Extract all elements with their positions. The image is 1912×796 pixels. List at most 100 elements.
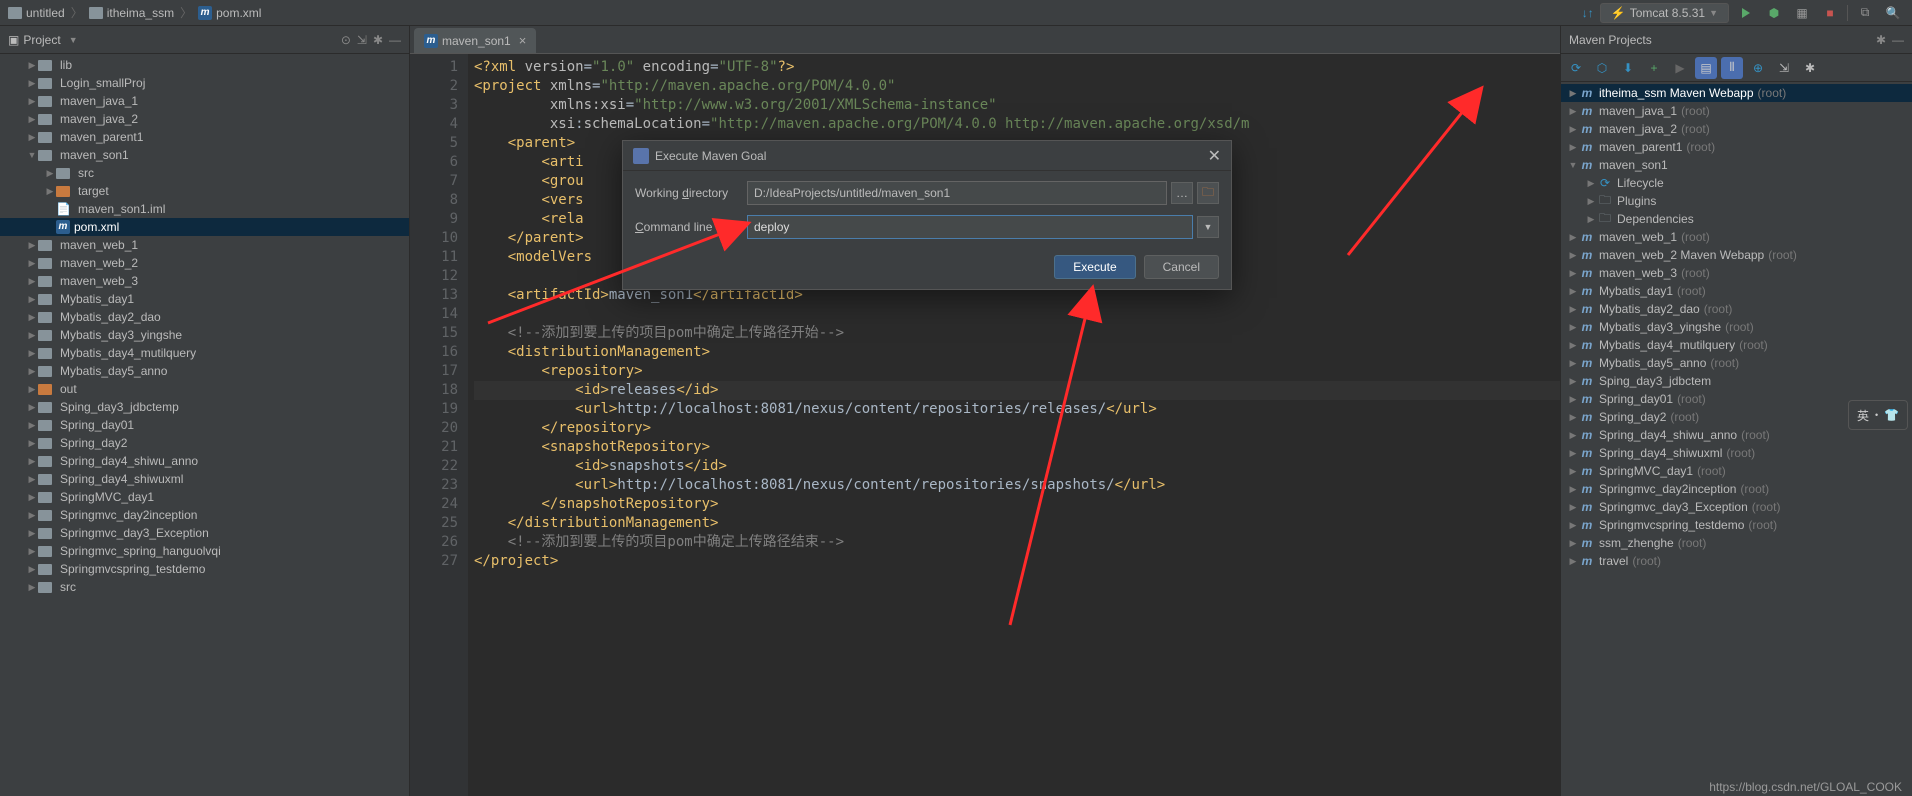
close-tab-icon[interactable]: × (519, 33, 527, 48)
project-tree-item[interactable]: ▶Spring_day4_shiwuxml (0, 470, 409, 488)
sync-icon[interactable]: ↓↑ (1582, 6, 1594, 20)
coverage-button[interactable]: ▦ (1791, 2, 1813, 24)
maven-tree[interactable]: ▶mitheima_ssm Maven Webapp (root)▶mmaven… (1561, 82, 1912, 796)
download-sources-button[interactable]: ⬇ (1617, 57, 1639, 79)
project-tree-item[interactable]: ▶Mybatis_day5_anno (0, 362, 409, 380)
maven-tree-item[interactable]: ▶mtravel (root) (1561, 552, 1912, 570)
maven-tree-item[interactable]: ▶mSpring_day4_shiwuxml (root) (1561, 444, 1912, 462)
project-tree-item[interactable]: ▶out (0, 380, 409, 398)
command-dropdown-button[interactable]: ▼ (1197, 216, 1219, 238)
project-tree-item[interactable]: ▶maven_web_3 (0, 272, 409, 290)
maven-tree-item[interactable]: ▶🗀Plugins (1561, 192, 1912, 210)
project-tree-item[interactable]: ▶src (0, 578, 409, 596)
project-tree-item[interactable]: ▶src (0, 164, 409, 182)
project-tree[interactable]: ▶lib▶Login_smallProj▶maven_java_1▶maven_… (0, 54, 409, 796)
maven-tree-item[interactable]: ▶⟳Lifecycle (1561, 174, 1912, 192)
breadcrumb-file[interactable]: mpom.xml (198, 6, 261, 20)
maven-tree-item[interactable]: ▶mMybatis_day3_yingshe (root) (1561, 318, 1912, 336)
project-tree-item[interactable]: ▶Mybatis_day2_dao (0, 308, 409, 326)
maven-tree-item[interactable]: ▶mMybatis_day5_anno (root) (1561, 354, 1912, 372)
generate-sources-button[interactable]: ⬡ (1591, 57, 1613, 79)
collapse-all-icon[interactable]: ⇲ (357, 33, 367, 47)
project-tree-item[interactable]: ▶Springmvc_day2inception (0, 506, 409, 524)
project-tree-item[interactable]: ▶Mybatis_day4_mutilquery (0, 344, 409, 362)
project-tree-item[interactable]: ▶maven_parent1 (0, 128, 409, 146)
collapse-all-button[interactable]: ⇲ (1773, 57, 1795, 79)
maven-tree-item[interactable]: ▶mmaven_java_2 (root) (1561, 120, 1912, 138)
maven-tree-item[interactable]: ▶mSping_day3_jdbctem (1561, 372, 1912, 390)
maven-tree-item[interactable]: ▶mitheima_ssm Maven Webapp (root) (1561, 84, 1912, 102)
project-tree-item[interactable]: ▶Springmvcspring_testdemo (0, 560, 409, 578)
close-dialog-button[interactable]: ✕ (1208, 146, 1221, 166)
maven-item-label: Mybatis_day4_mutilquery (1599, 338, 1735, 352)
project-tree-item[interactable]: ▶Springmvc_spring_hanguolvqi (0, 542, 409, 560)
maven-tree-item[interactable]: ▶mSpringmvc_day2inception (root) (1561, 480, 1912, 498)
project-tree-item[interactable]: ▶SpringMVC_day1 (0, 488, 409, 506)
execute-button[interactable]: Execute (1054, 255, 1135, 279)
tree-arrow-icon: ▶ (26, 384, 38, 395)
project-tree-item[interactable]: mpom.xml (0, 218, 409, 236)
maven-tree-item[interactable]: ▶mssm_zhenghe (root) (1561, 534, 1912, 552)
project-tree-item[interactable]: ▼maven_son1 (0, 146, 409, 164)
scroll-from-source-icon[interactable]: ⊙ (341, 33, 351, 47)
cancel-button[interactable]: Cancel (1144, 255, 1219, 279)
maven-tree-item[interactable]: ▶mSpringmvcspring_testdemo (root) (1561, 516, 1912, 534)
run-button[interactable] (1735, 2, 1757, 24)
toggle-offline-button[interactable]: ⫴ (1721, 57, 1743, 79)
working-directory-input[interactable] (747, 181, 1167, 205)
hide-panel-icon[interactable]: — (1892, 33, 1904, 47)
maven-tree-item[interactable]: ▶mmaven_java_1 (root) (1561, 102, 1912, 120)
maven-tree-item[interactable]: ▶mMybatis_day4_mutilquery (root) (1561, 336, 1912, 354)
browse-history-button[interactable]: … (1171, 182, 1193, 204)
settings-gear-icon[interactable]: ✱ (1876, 33, 1886, 47)
debug-button[interactable]: ⬢ (1763, 2, 1785, 24)
folder-icon (38, 132, 52, 143)
show-deps-button[interactable]: ⊕ (1747, 57, 1769, 79)
maven-tree-item[interactable]: ▶mSpringmvc_day3_Exception (root) (1561, 498, 1912, 516)
hide-panel-icon[interactable]: — (389, 33, 401, 47)
browse-folder-button[interactable]: 🗀 (1197, 182, 1219, 204)
breadcrumb-module[interactable]: itheima_ssm (89, 6, 174, 20)
project-tree-item[interactable]: 📄maven_son1.iml (0, 200, 409, 218)
project-tree-item[interactable]: ▶lib (0, 56, 409, 74)
dialog-titlebar[interactable]: Execute Maven Goal ✕ (623, 141, 1231, 171)
project-tree-item[interactable]: ▶Spring_day2 (0, 434, 409, 452)
maven-tree-item[interactable]: ▶mmaven_web_1 (root) (1561, 228, 1912, 246)
command-line-input[interactable] (747, 215, 1193, 239)
maven-tree-item[interactable]: ▶mmaven_web_2 Maven Webapp (root) (1561, 246, 1912, 264)
stop-button[interactable]: ■ (1819, 2, 1841, 24)
maven-tree-item[interactable]: ▶mmaven_parent1 (root) (1561, 138, 1912, 156)
maven-tree-item[interactable]: ▶🗀Dependencies (1561, 210, 1912, 228)
project-panel-title[interactable]: ▣ Project ▼ (8, 33, 78, 47)
breadcrumb-root[interactable]: untitled (8, 6, 65, 20)
maven-tree-item[interactable]: ▼mmaven_son1 (1561, 156, 1912, 174)
add-project-button[interactable]: + (1643, 57, 1665, 79)
ime-indicator[interactable]: 英•👕 (1848, 400, 1908, 430)
project-tree-item[interactable]: ▶Mybatis_day1 (0, 290, 409, 308)
project-tree-item[interactable]: ▶maven_web_2 (0, 254, 409, 272)
project-tree-item[interactable]: ▶maven_web_1 (0, 236, 409, 254)
maven-settings-button[interactable]: ✱ (1799, 57, 1821, 79)
project-tree-item[interactable]: ▶Login_smallProj (0, 74, 409, 92)
project-tree-item[interactable]: ▶maven_java_1 (0, 92, 409, 110)
project-tree-item[interactable]: ▶Springmvc_day3_Exception (0, 524, 409, 542)
tree-arrow-icon: ▶ (1567, 520, 1579, 531)
project-tree-item[interactable]: ▶maven_java_2 (0, 110, 409, 128)
maven-tree-item[interactable]: ▶mmaven_web_3 (root) (1561, 264, 1912, 282)
project-tree-item[interactable]: ▶Mybatis_day3_yingshe (0, 326, 409, 344)
run-config-combo[interactable]: ⚡ Tomcat 8.5.31 ▼ (1600, 3, 1729, 23)
project-tree-item[interactable]: ▶Spring_day4_shiwu_anno (0, 452, 409, 470)
execute-goal-button[interactable]: ▤ (1695, 57, 1717, 79)
layout-button[interactable]: ⧉ (1854, 2, 1876, 24)
editor-tab[interactable]: m maven_son1 × (414, 28, 536, 53)
maven-tree-item[interactable]: ▶mSpringMVC_day1 (root) (1561, 462, 1912, 480)
project-tree-item[interactable]: ▶Spring_day01 (0, 416, 409, 434)
run-goal-button[interactable]: ▶ (1669, 57, 1691, 79)
reimport-button[interactable]: ⟳ (1565, 57, 1587, 79)
project-tree-item[interactable]: ▶target (0, 182, 409, 200)
search-everywhere-button[interactable]: 🔍 (1882, 2, 1904, 24)
maven-tree-item[interactable]: ▶mMybatis_day1 (root) (1561, 282, 1912, 300)
project-tree-item[interactable]: ▶Sping_day3_jdbctemp (0, 398, 409, 416)
maven-tree-item[interactable]: ▶mMybatis_day2_dao (root) (1561, 300, 1912, 318)
settings-gear-icon[interactable]: ✱ (373, 33, 383, 47)
